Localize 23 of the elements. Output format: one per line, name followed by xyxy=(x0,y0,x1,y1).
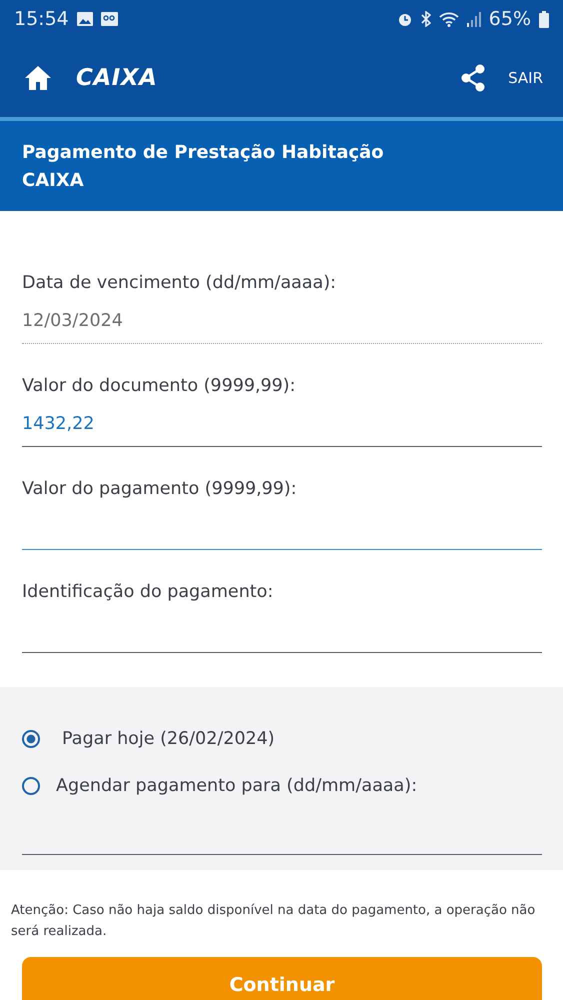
bluetooth-icon xyxy=(420,11,431,27)
battery-level: 65% xyxy=(488,8,531,30)
field-label: Identificação do pagamento: xyxy=(22,582,274,602)
voicemail-icon xyxy=(100,12,118,26)
image-icon xyxy=(76,12,93,26)
notice-text: Atenção: Caso não haja saldo disponível na data do pagamento, a operação não será realizada. xyxy=(10,902,536,941)
payment-option[interactable]: Agendar pagamento para (dd/mm/aaaa): xyxy=(22,762,542,809)
exit-button[interactable]: SAIR xyxy=(508,68,543,86)
wifi-icon xyxy=(438,11,459,27)
battery-icon xyxy=(539,10,549,28)
logo: CAIXA xyxy=(76,64,158,90)
home-icon[interactable] xyxy=(24,64,52,90)
field-label: Valor do pagamento (9999,99): xyxy=(22,479,298,499)
payment-option[interactable]: Pagar hoje (26/02/2024) xyxy=(22,715,542,762)
radio-button[interactable] xyxy=(22,776,40,794)
field-label: Data de vencimento (dd/mm/aaaa): xyxy=(22,273,338,293)
alarm-icon xyxy=(396,11,413,27)
input-field[interactable]: 1432,22 xyxy=(22,402,542,447)
radio-button[interactable] xyxy=(22,730,40,748)
share-icon[interactable] xyxy=(460,64,486,92)
field-label: Valor do documento (9999,99): xyxy=(22,376,297,396)
signal-icon xyxy=(466,11,481,27)
clock: 15:54 xyxy=(14,8,69,30)
